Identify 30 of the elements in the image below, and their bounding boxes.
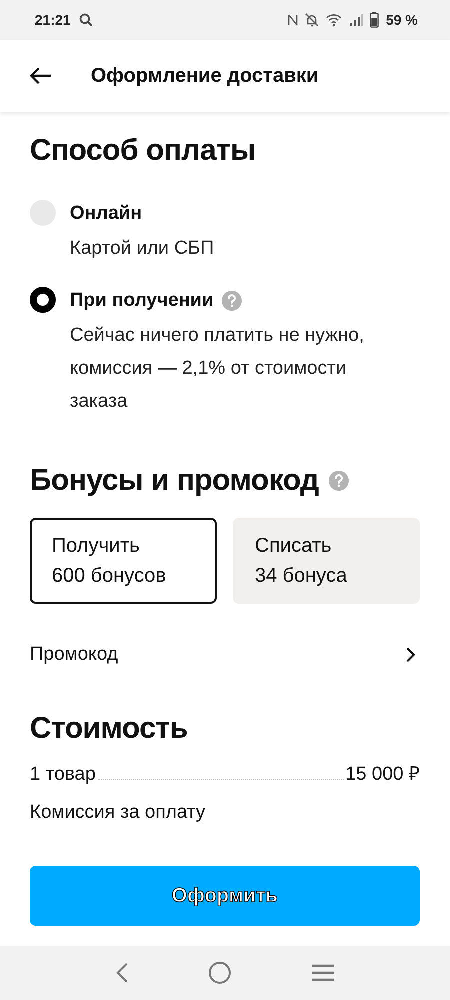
bonus-option-card[interactable]: Списать 34 бонуса xyxy=(233,518,420,604)
cost-label: Комиссия за оплату xyxy=(30,802,207,824)
menu-nav-icon[interactable] xyxy=(311,963,336,983)
section-heading: Бонусы и промокод xyxy=(30,464,319,498)
battery-percent: 59 % xyxy=(386,12,418,28)
cost-value: 15 000 ₽ xyxy=(346,763,420,786)
battery-icon xyxy=(370,12,380,28)
radio-button[interactable] xyxy=(30,287,56,313)
option-label: Онлайн xyxy=(70,202,142,226)
nfc-icon xyxy=(288,13,298,27)
page-title: Оформление доставки xyxy=(91,64,319,88)
home-nav-icon[interactable] xyxy=(208,961,232,985)
section-heading: Способ оплаты xyxy=(30,134,257,168)
clock-time: 21:21 xyxy=(35,12,71,28)
wifi-icon xyxy=(326,13,342,27)
muted-bell-icon xyxy=(305,13,320,27)
help-icon[interactable] xyxy=(222,291,242,311)
chevron-right-icon xyxy=(406,647,416,663)
search-icon xyxy=(78,13,93,27)
option-description: Картой или СБП xyxy=(70,237,216,261)
signal-icon xyxy=(349,13,364,27)
bonus-option-card[interactable]: Получить 600 бонусов xyxy=(30,518,217,604)
back-nav-icon[interactable] xyxy=(114,962,129,984)
option-label: При получении xyxy=(70,289,214,313)
help-icon[interactable] xyxy=(328,471,349,491)
back-arrow-icon xyxy=(30,67,52,85)
option-description: Сейчас ничего платить не нужно, комиссия — 2,1% от стоимости заказа xyxy=(70,324,366,414)
section-heading: Стоимость xyxy=(30,712,189,746)
cost-label: 1 товар xyxy=(30,764,96,786)
promo-code-row[interactable]: Промокод xyxy=(30,644,420,666)
